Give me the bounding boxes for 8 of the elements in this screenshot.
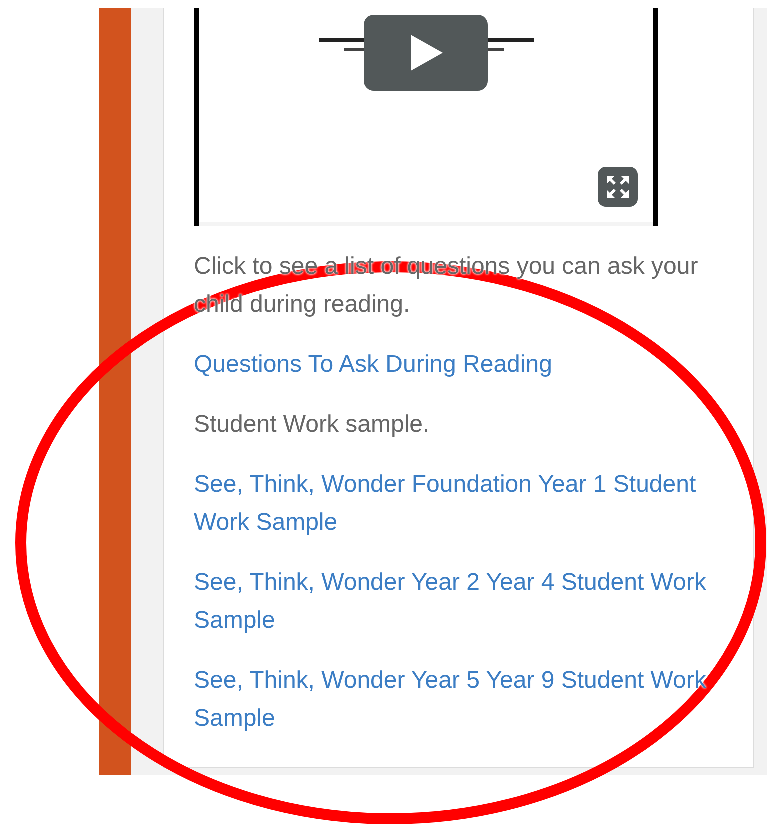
play-button[interactable] bbox=[364, 15, 488, 91]
document-link[interactable]: Questions To Ask During Reading bbox=[194, 346, 722, 384]
fullscreen-icon bbox=[606, 175, 630, 199]
document-link[interactable]: See, Think, Wonder Foundation Year 1 Student Work Sample bbox=[194, 466, 722, 542]
document-link[interactable]: See, Think, Wonder Year 5 Year 9 Student Work Sample bbox=[194, 662, 722, 738]
paragraph: Student Work sample. bbox=[194, 410, 431, 440]
document-link[interactable]: See, Think, Wonder Year 2 Year 4 Student Work Sample bbox=[194, 564, 722, 640]
fullscreen-button[interactable] bbox=[598, 167, 638, 207]
